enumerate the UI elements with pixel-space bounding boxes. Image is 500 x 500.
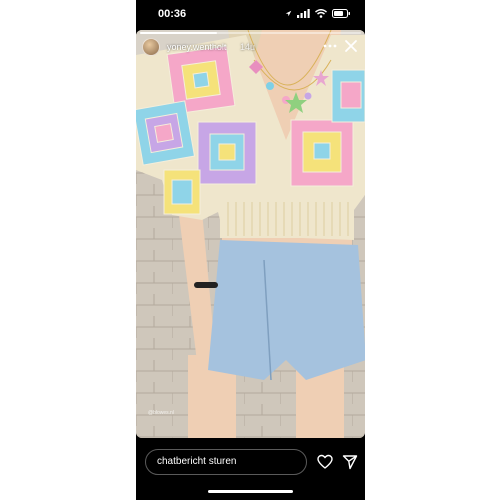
status-bar: 00:36 [136, 0, 365, 30]
close-button[interactable] [343, 38, 359, 54]
battery-icon [332, 9, 350, 18]
story-header: yoney.wentholt 14u [142, 38, 359, 58]
status-time: 00:36 [158, 8, 187, 20]
avatar[interactable] [142, 38, 160, 56]
wifi-icon [315, 9, 327, 18]
story-watermark: @blowes.nl [148, 410, 174, 416]
send-icon [342, 455, 358, 470]
story-progress-fill [140, 32, 218, 34]
story-progress-bar [140, 32, 361, 34]
close-icon [345, 40, 357, 52]
story-photo [136, 30, 365, 438]
send-button[interactable] [342, 454, 358, 470]
story-time-ago: 14u [240, 42, 256, 52]
like-button[interactable] [317, 454, 333, 470]
signal-icon [297, 9, 310, 18]
more-button[interactable] [323, 40, 337, 52]
story-media[interactable]: yoney.wentholt 14u @blowes.nl [136, 30, 365, 438]
status-icons [285, 9, 351, 18]
phone-screen: 00:36 yoney.wentholt 14u @blowes.nl chat… [136, 0, 365, 500]
heart-icon [317, 454, 333, 469]
reply-bar: chatbericht sturen [136, 442, 365, 482]
home-indicator[interactable] [208, 490, 293, 493]
reply-input[interactable]: chatbericht sturen [145, 449, 307, 475]
location-arrow-icon [285, 10, 292, 17]
more-icon [323, 44, 337, 48]
story-username[interactable]: yoney.wentholt [167, 42, 226, 52]
